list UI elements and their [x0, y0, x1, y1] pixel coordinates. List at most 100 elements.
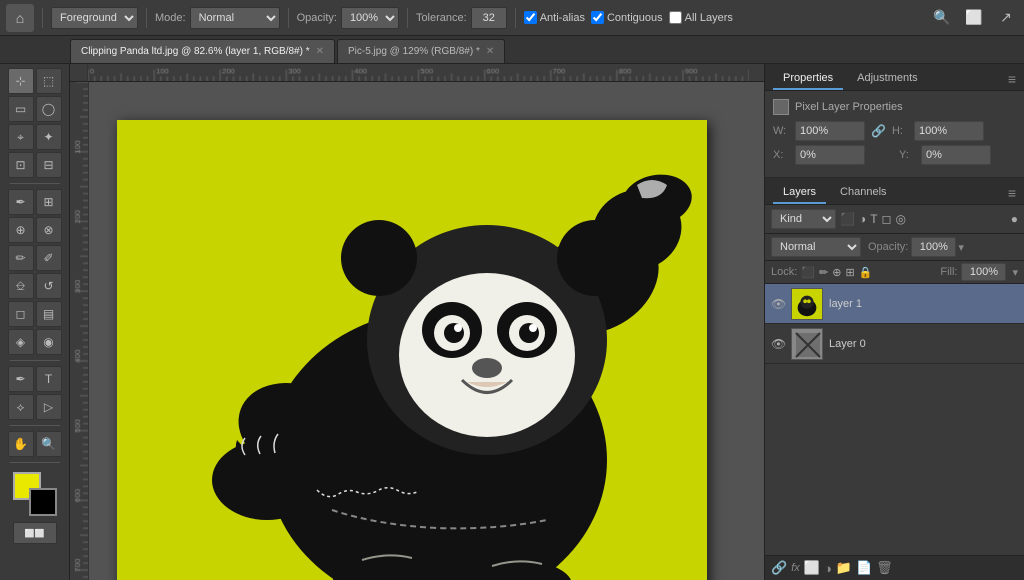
tab-0[interactable]: Clipping Panda ltd.jpg @ 82.6% (layer 1,…	[70, 39, 335, 63]
marquee-ellipse-tool[interactable]: ◯	[36, 96, 62, 122]
fx-icon[interactable]: fx	[791, 562, 800, 574]
tab-1-close[interactable]: ✕	[486, 46, 494, 57]
dodge-tool[interactable]: ◉	[36, 329, 62, 355]
tool-row-8: ⎒ ↺	[8, 273, 62, 299]
tool-separator-3	[10, 425, 60, 426]
magic-wand-tool[interactable]: ✦	[36, 124, 62, 150]
tab-properties[interactable]: Properties	[773, 68, 843, 90]
tab-channels[interactable]: Channels	[830, 182, 896, 204]
shape-filter-icon[interactable]: ◻	[882, 212, 892, 226]
background-color-swatch[interactable]	[29, 488, 57, 516]
crop-tool[interactable]: ⊡	[8, 152, 34, 178]
eyedropper-tool[interactable]: ✒	[8, 189, 34, 215]
y-input[interactable]	[921, 145, 991, 165]
layer-item-0[interactable]: 👁 layer 1	[765, 284, 1024, 324]
lock-transparent-icon[interactable]: ⬛	[801, 266, 815, 279]
patch-tool[interactable]: ⊗	[36, 217, 62, 243]
eraser-tool[interactable]: ◻	[8, 301, 34, 327]
lock-paint-icon[interactable]: ✏	[819, 266, 828, 279]
brush-tool[interactable]: ✏	[8, 245, 34, 271]
pixel-filter-icon[interactable]: ⬛	[840, 212, 855, 226]
history-brush-tool[interactable]: ↺	[36, 273, 62, 299]
kind-select[interactable]: Kind	[771, 209, 836, 229]
gradient-tool[interactable]: ▤	[36, 301, 62, 327]
search-button[interactable]: 🔍	[930, 6, 954, 30]
canvas-area[interactable]	[70, 64, 764, 580]
tool-row-10: ◈ ◉	[8, 329, 62, 355]
blend-mode-select[interactable]: Normal	[771, 237, 861, 257]
lock-artboard-icon[interactable]: ⊞	[845, 266, 854, 279]
delete-layer-icon[interactable]: 🗑	[876, 560, 893, 576]
heal-tool[interactable]: ⊕	[8, 217, 34, 243]
screen-button[interactable]: ⬜	[962, 6, 986, 30]
path-tool[interactable]: ⟡	[8, 394, 34, 420]
smart-filter-icon[interactable]: ◎	[896, 212, 906, 226]
adjust-filter-icon[interactable]: ◑	[859, 212, 866, 226]
home-button[interactable]: ⌂	[6, 4, 34, 32]
tab-0-close[interactable]: ✕	[316, 46, 324, 57]
lock-move-icon[interactable]: ⊕	[832, 266, 841, 279]
type-filter-icon[interactable]: T	[870, 212, 877, 226]
lock-label: Lock:	[771, 266, 797, 278]
artboard-tool[interactable]: ⬚	[36, 68, 62, 94]
layers-menu-icon[interactable]: ≡	[1008, 185, 1016, 201]
layer-vis-0[interactable]: 👁	[771, 297, 785, 311]
tab-adjustments[interactable]: Adjustments	[847, 68, 928, 90]
folder-icon[interactable]: 📁	[836, 560, 852, 576]
opacity-select[interactable]: 100%	[341, 7, 399, 29]
link-icon[interactable]: 🔗	[871, 124, 886, 138]
fill-label: Fill:	[940, 266, 957, 278]
zoom-tool[interactable]: 🔍	[36, 431, 62, 457]
stamp-tool[interactable]: ⎒	[8, 273, 34, 299]
tool-row-9: ◻ ▤	[8, 301, 62, 327]
layer-vis-1[interactable]: 👁	[771, 337, 785, 351]
properties-tabs: Properties Adjustments ≡	[765, 64, 1024, 91]
color-swatches	[13, 472, 57, 516]
all-layers-checkbox[interactable]	[669, 11, 682, 24]
opacity-arrow[interactable]: ▾	[958, 241, 964, 254]
layer-item-1[interactable]: 👁 Layer 0	[765, 324, 1024, 364]
tab-1[interactable]: Pic-5.jpg @ 129% (RGB/8#) * ✕	[337, 39, 505, 63]
hand-tool[interactable]: ✋	[8, 431, 34, 457]
properties-menu-icon[interactable]: ≡	[1008, 71, 1016, 87]
w-label: W:	[773, 125, 789, 137]
foreground-select[interactable]: Foreground	[51, 7, 138, 29]
tab-layers[interactable]: Layers	[773, 182, 826, 204]
mode-group: Mode: Normal	[155, 7, 280, 29]
pen-tool[interactable]: ✒	[8, 366, 34, 392]
pixel-layer-section: Pixel Layer Properties W: 🔗 H: X: Y:	[765, 91, 1024, 178]
adjustment-icon[interactable]: ◑	[824, 561, 832, 576]
marquee-rect-tool[interactable]: ▭	[8, 96, 34, 122]
blur-tool[interactable]: ◈	[8, 329, 34, 355]
toggle-filter-icon[interactable]: ●	[1011, 212, 1018, 226]
x-input[interactable]	[795, 145, 865, 165]
slice-tool[interactable]: ⊟	[36, 152, 62, 178]
export-button[interactable]: ↗	[994, 6, 1018, 30]
move-tool[interactable]: ⊹	[8, 68, 34, 94]
link-layers-icon[interactable]: 🔗	[771, 560, 787, 576]
h-label: H:	[892, 125, 908, 137]
tolerance-input[interactable]	[471, 7, 507, 29]
tab-0-label: Clipping Panda ltd.jpg @ 82.6% (layer 1,…	[81, 46, 310, 57]
quick-mask-button[interactable]: ⬜⬜	[13, 522, 57, 544]
fill-input[interactable]	[961, 263, 1006, 281]
anti-alias-checkbox[interactable]	[524, 11, 537, 24]
contiguous-checkbox[interactable]	[591, 11, 604, 24]
measure-tool[interactable]: ⊞	[36, 189, 62, 215]
mask-icon[interactable]: ⬜	[804, 560, 820, 576]
w-input[interactable]	[795, 121, 865, 141]
shape-tool[interactable]: ▷	[36, 394, 62, 420]
type-tool[interactable]: T	[36, 366, 62, 392]
new-layer-icon[interactable]: 📄	[856, 560, 872, 576]
ruler-left	[70, 82, 89, 580]
lock-all-icon[interactable]: 🔒	[859, 266, 873, 279]
canvas-document[interactable]	[117, 120, 707, 580]
lasso-tool[interactable]: ⌖	[8, 124, 34, 150]
layer-thumb-0	[791, 288, 823, 320]
fill-arrow[interactable]: ▾	[1012, 266, 1018, 279]
opacity-input[interactable]	[911, 237, 956, 257]
opacity-label: Opacity:	[868, 241, 908, 253]
pencil-tool[interactable]: ✐	[36, 245, 62, 271]
h-input[interactable]	[914, 121, 984, 141]
mode-select[interactable]: Normal	[190, 7, 280, 29]
